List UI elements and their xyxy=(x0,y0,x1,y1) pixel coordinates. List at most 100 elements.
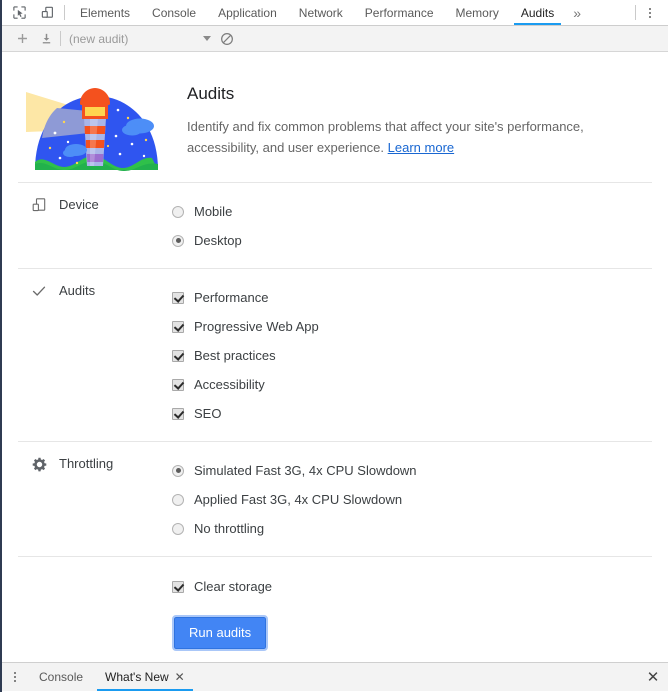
radio-indicator xyxy=(172,464,184,477)
radio-indicator xyxy=(172,522,184,535)
devtools-tab-bar: Elements Console Application Network Per… xyxy=(2,0,668,26)
device-label-text: Device xyxy=(59,197,99,212)
drawer-tab-label: What's New xyxy=(105,670,169,684)
device-section: Device Mobile Desktop xyxy=(2,183,668,268)
tab-label: Network xyxy=(298,5,343,20)
option-label: Applied Fast 3G, 4x CPU Slowdown xyxy=(194,492,403,507)
audits-section-label: Audits xyxy=(2,283,172,428)
option-label: Performance xyxy=(194,290,269,305)
radio-applied-throttling[interactable]: Applied Fast 3G, 4x CPU Slowdown xyxy=(172,485,668,514)
audits-hero: Audits Identify and fix common problems … xyxy=(2,52,668,182)
gear-icon xyxy=(30,455,48,473)
checkmark-icon xyxy=(30,282,48,300)
close-drawer-icon[interactable]: ✕ xyxy=(638,663,668,691)
toolbar-divider-right xyxy=(635,5,636,20)
learn-more-link[interactable]: Learn more xyxy=(388,140,454,155)
option-label: Clear storage xyxy=(194,579,273,594)
checkbox-progressive-web-app[interactable]: Progressive Web App xyxy=(172,312,668,341)
tab-memory[interactable]: Memory xyxy=(445,0,510,25)
radio-desktop[interactable]: Desktop xyxy=(172,226,668,255)
inspect-cursor-icon[interactable] xyxy=(8,2,30,24)
option-label: Simulated Fast 3G, 4x CPU Slowdown xyxy=(194,463,417,478)
checkbox-indicator xyxy=(172,291,184,304)
tab-network[interactable]: Network xyxy=(288,0,354,25)
tab-label: Memory xyxy=(455,5,499,20)
tab-label: Application xyxy=(218,5,277,20)
page-description: Identify and fix common problems that af… xyxy=(187,116,607,158)
page-title: Audits xyxy=(187,84,235,103)
run-section-inner: Clear storage Run audits xyxy=(2,572,668,651)
plus-icon[interactable] xyxy=(10,28,34,50)
chevron-down-icon xyxy=(203,36,211,41)
close-icon[interactable]: ✕ xyxy=(175,671,185,683)
drawer-tab-bar: Console What's New ✕ ✕ xyxy=(2,662,668,691)
checkbox-seo[interactable]: SEO xyxy=(172,399,668,428)
option-label: Desktop xyxy=(194,233,242,248)
device-toolbar-icon[interactable] xyxy=(36,2,58,24)
checkbox-indicator xyxy=(172,349,184,362)
radio-indicator xyxy=(172,205,184,218)
device-icon xyxy=(30,196,48,214)
throttling-section-label: Throttling xyxy=(2,456,172,543)
drawer-tab-label: Console xyxy=(39,670,84,684)
tab-audits[interactable]: Audits xyxy=(510,0,565,25)
checkbox-indicator xyxy=(172,407,184,420)
option-label: Best practices xyxy=(194,348,276,363)
audit-select[interactable]: (new audit) xyxy=(65,28,215,50)
throttling-label-text: Throttling xyxy=(59,456,114,471)
tab-elements[interactable]: Elements xyxy=(69,0,141,25)
device-section-label: Device xyxy=(2,197,172,255)
audit-select-value: (new audit) xyxy=(69,31,129,46)
toolbar-right xyxy=(633,0,668,25)
more-tabs-icon[interactable]: » xyxy=(565,0,589,25)
audits-hero-text: Audits Identify and fix common problems … xyxy=(175,74,607,158)
option-label: No throttling xyxy=(194,521,265,536)
radio-simulated-throttling[interactable]: Simulated Fast 3G, 4x CPU Slowdown xyxy=(172,456,668,485)
option-label: Progressive Web App xyxy=(194,319,319,334)
drawer-spacer xyxy=(196,663,638,691)
throttling-section: Throttling Simulated Fast 3G, 4x CPU Slo… xyxy=(2,442,668,556)
kebab-menu-icon[interactable] xyxy=(2,663,28,691)
tab-label: Console xyxy=(152,5,197,20)
checkbox-indicator xyxy=(172,378,184,391)
option-label: SEO xyxy=(194,406,222,421)
checkbox-clear-storage[interactable]: Clear storage xyxy=(172,572,668,601)
tab-console[interactable]: Console xyxy=(141,0,207,25)
checkbox-accessibility[interactable]: Accessibility xyxy=(172,370,668,399)
tab-label: Elements xyxy=(80,5,131,20)
devtools-window: Elements Console Application Network Per… xyxy=(0,0,668,692)
radio-mobile[interactable]: Mobile xyxy=(172,197,668,226)
checkbox-best-practices[interactable]: Best practices xyxy=(172,341,668,370)
toolbar-left-icons xyxy=(2,0,62,25)
tab-performance[interactable]: Performance xyxy=(354,0,445,25)
lighthouse-logo xyxy=(20,74,175,183)
audits-label-text: Audits xyxy=(59,283,96,298)
audits-section: Audits Performance Progressive Web App B… xyxy=(2,269,668,441)
option-label: Mobile xyxy=(194,204,233,219)
run-section: Clear storage Run audits xyxy=(2,557,668,651)
drawer-tab-console[interactable]: Console xyxy=(28,663,94,691)
device-options: Mobile Desktop xyxy=(172,197,668,255)
audits-start-view: Audits Identify and fix common problems … xyxy=(2,52,668,691)
audits-options: Performance Progressive Web App Best pra… xyxy=(172,283,668,428)
checkbox-indicator xyxy=(172,320,184,333)
no-entry-clear-icon[interactable] xyxy=(215,28,239,50)
kebab-menu-icon[interactable] xyxy=(640,2,660,24)
page-description-text: Identify and fix common problems that af… xyxy=(187,119,584,155)
checkbox-performance[interactable]: Performance xyxy=(172,283,668,312)
tab-application[interactable]: Application xyxy=(207,0,288,25)
tab-label: Audits xyxy=(520,5,555,20)
run-audits-button[interactable]: Run audits xyxy=(171,615,269,651)
audit-toolbar: (new audit) xyxy=(2,26,668,52)
radio-no-throttling[interactable]: No throttling xyxy=(172,514,668,543)
toolbar-divider xyxy=(64,5,65,20)
radio-indicator xyxy=(172,493,184,506)
radio-indicator xyxy=(172,234,184,247)
panel-tabs: Elements Console Application Network Per… xyxy=(69,0,633,25)
checkbox-indicator xyxy=(172,580,184,593)
throttling-options: Simulated Fast 3G, 4x CPU Slowdown Appli… xyxy=(172,456,668,543)
download-icon[interactable] xyxy=(34,28,58,50)
audit-toolbar-divider xyxy=(60,31,61,46)
tab-label: Performance xyxy=(364,5,434,20)
drawer-tab-whats-new[interactable]: What's New ✕ xyxy=(94,663,196,691)
